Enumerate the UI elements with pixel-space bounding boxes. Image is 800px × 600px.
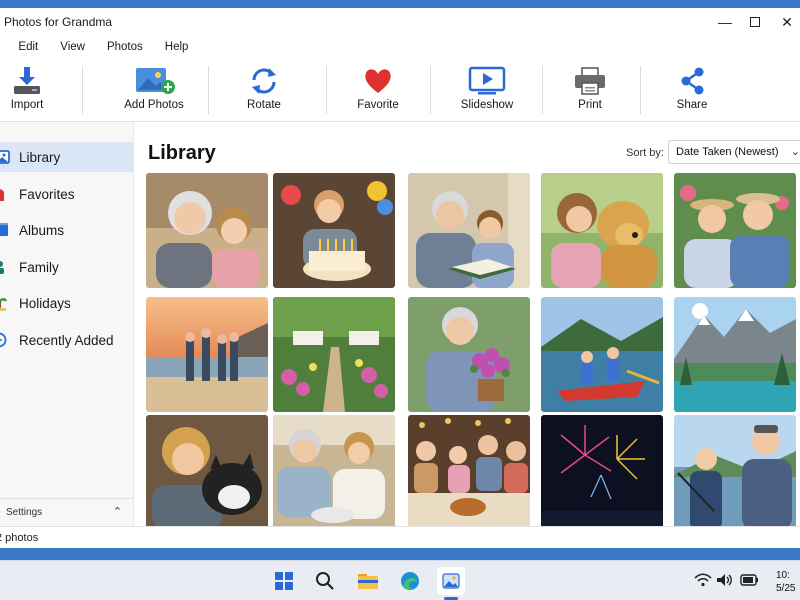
library-icon [0,150,10,164]
palm-tree-icon [0,297,8,311]
battery-icon[interactable] [740,573,760,587]
heart-icon [0,189,4,201]
sort-dropdown[interactable]: Date Taken (Newest) ⌄ [668,140,800,164]
sidebar-item-holidays[interactable]: Holidays [0,288,134,318]
sidebar-item-favorites[interactable]: Favorites [0,179,134,209]
page-title: Library [148,142,216,164]
rotate-button[interactable]: Rotate [232,58,296,122]
menu-edit[interactable]: Edit [4,41,46,53]
clock-icon [0,332,7,348]
windows-start-icon[interactable] [270,567,298,595]
import-button[interactable]: Import [0,58,54,122]
sidebar-item-label: Family [19,259,59,275]
sidebar-item-label: Albums [19,222,65,238]
photo-thumbnail[interactable] [408,415,530,530]
add-photos-label: Add Photos [124,99,184,111]
menu-help[interactable]: Help [151,41,197,53]
photo-count: 2 photos [0,532,39,544]
settings-button[interactable]: Settings ⌃ [0,498,134,526]
photos-app-icon[interactable] [437,567,465,595]
settings-label: Settings [6,507,43,518]
system-clock[interactable]: 10: 5/25 [776,569,795,595]
photo-thumbnail[interactable] [541,297,663,412]
sidebar-item-label: Holidays [19,295,71,311]
toolbar-divider [82,66,83,114]
family-icon [0,261,4,274]
toolbar-divider [326,66,327,114]
share-button[interactable]: Share [664,58,720,122]
print-button[interactable]: Print [562,58,618,122]
toolbar-divider [640,66,641,114]
sidebar-item-label: Favorites [19,186,75,202]
chevron-down-icon: ⌄ [790,146,800,158]
window-title: Photos for Grandma [4,15,113,29]
file-explorer-icon[interactable] [354,567,382,595]
favorite-button[interactable]: Favorite [346,58,410,122]
photo-thumbnail[interactable] [541,173,663,288]
status-bar: 2 photos [0,526,800,548]
menu-photos[interactable]: Photos [93,41,151,53]
chevron-up-icon: ⌃ [112,506,122,518]
edge-browser-icon[interactable] [396,567,424,595]
sidebar-item-label: Recently Added [19,332,114,348]
photo-thumbnail[interactable] [146,297,268,412]
sidebar-item-library[interactable]: Library [0,142,134,172]
rotate-label: Rotate [247,99,281,111]
toolbar-divider [208,66,209,114]
taskbar: 10: 5/25 [0,560,800,600]
favorite-label: Favorite [357,99,399,111]
sidebar-item-family[interactable]: Family [0,252,134,282]
maximize-icon [750,17,760,27]
toolbar: Import Add Photos Rotate Favorite Slides… [0,58,800,122]
photo-thumbnail[interactable] [674,297,796,412]
menu-bar: e Edit View Photos Help [0,36,800,58]
toolbar-divider [430,66,431,114]
photo-thumbnail[interactable] [146,173,268,288]
slideshow-label: Slideshow [460,99,514,111]
clock-date: 5/25 [776,583,796,594]
photo-thumbnail[interactable] [273,415,395,530]
wifi-icon[interactable] [694,573,712,587]
print-label: Print [578,99,602,111]
title-bar: Photos for Grandma — ✕ [0,8,800,36]
sidebar-item-recently-added[interactable]: Recently Added [0,325,134,355]
close-button[interactable]: ✕ [768,10,800,34]
app-window: Photos for Grandma — ✕ e Edit View Photo… [0,8,800,548]
import-icon [14,67,40,94]
search-icon[interactable] [311,567,339,595]
sidebar-item-label: Library [19,149,61,165]
photo-thumbnail[interactable] [408,173,530,288]
sort-label: Sort by: [626,147,664,159]
sidebar: Library Favorites Albums Family Holidays… [0,122,134,526]
albums-icon [0,223,8,236]
volume-icon[interactable] [716,573,734,587]
photo-thumbnail[interactable] [541,415,663,530]
photo-thumbnail[interactable] [408,297,530,412]
heart-icon [365,69,391,93]
sort-value: Date Taken (Newest) [676,146,779,158]
photo-thumbnail[interactable] [674,173,796,288]
photo-thumbnail[interactable] [273,173,395,288]
import-label: Import [10,99,44,111]
rotate-icon [252,68,276,94]
add-photos-button[interactable]: Add Photos [106,58,202,122]
photo-thumbnail[interactable] [273,297,395,412]
library-panel: Library Sort by: Date Taken (Newest) ⌄ [134,122,800,530]
clock-time: 10: [776,570,790,581]
slideshow-button[interactable]: Slideshow [452,58,522,122]
share-label: Share [676,99,708,111]
share-icon [681,67,704,95]
slideshow-icon [468,66,506,95]
sidebar-item-albums[interactable]: Albums [0,215,134,245]
menu-view[interactable]: View [46,41,93,53]
photo-thumbnail[interactable] [146,415,268,530]
printer-icon [575,67,605,95]
photo-thumbnail[interactable] [674,415,796,530]
add-photos-icon [136,68,175,94]
toolbar-divider [542,66,543,114]
